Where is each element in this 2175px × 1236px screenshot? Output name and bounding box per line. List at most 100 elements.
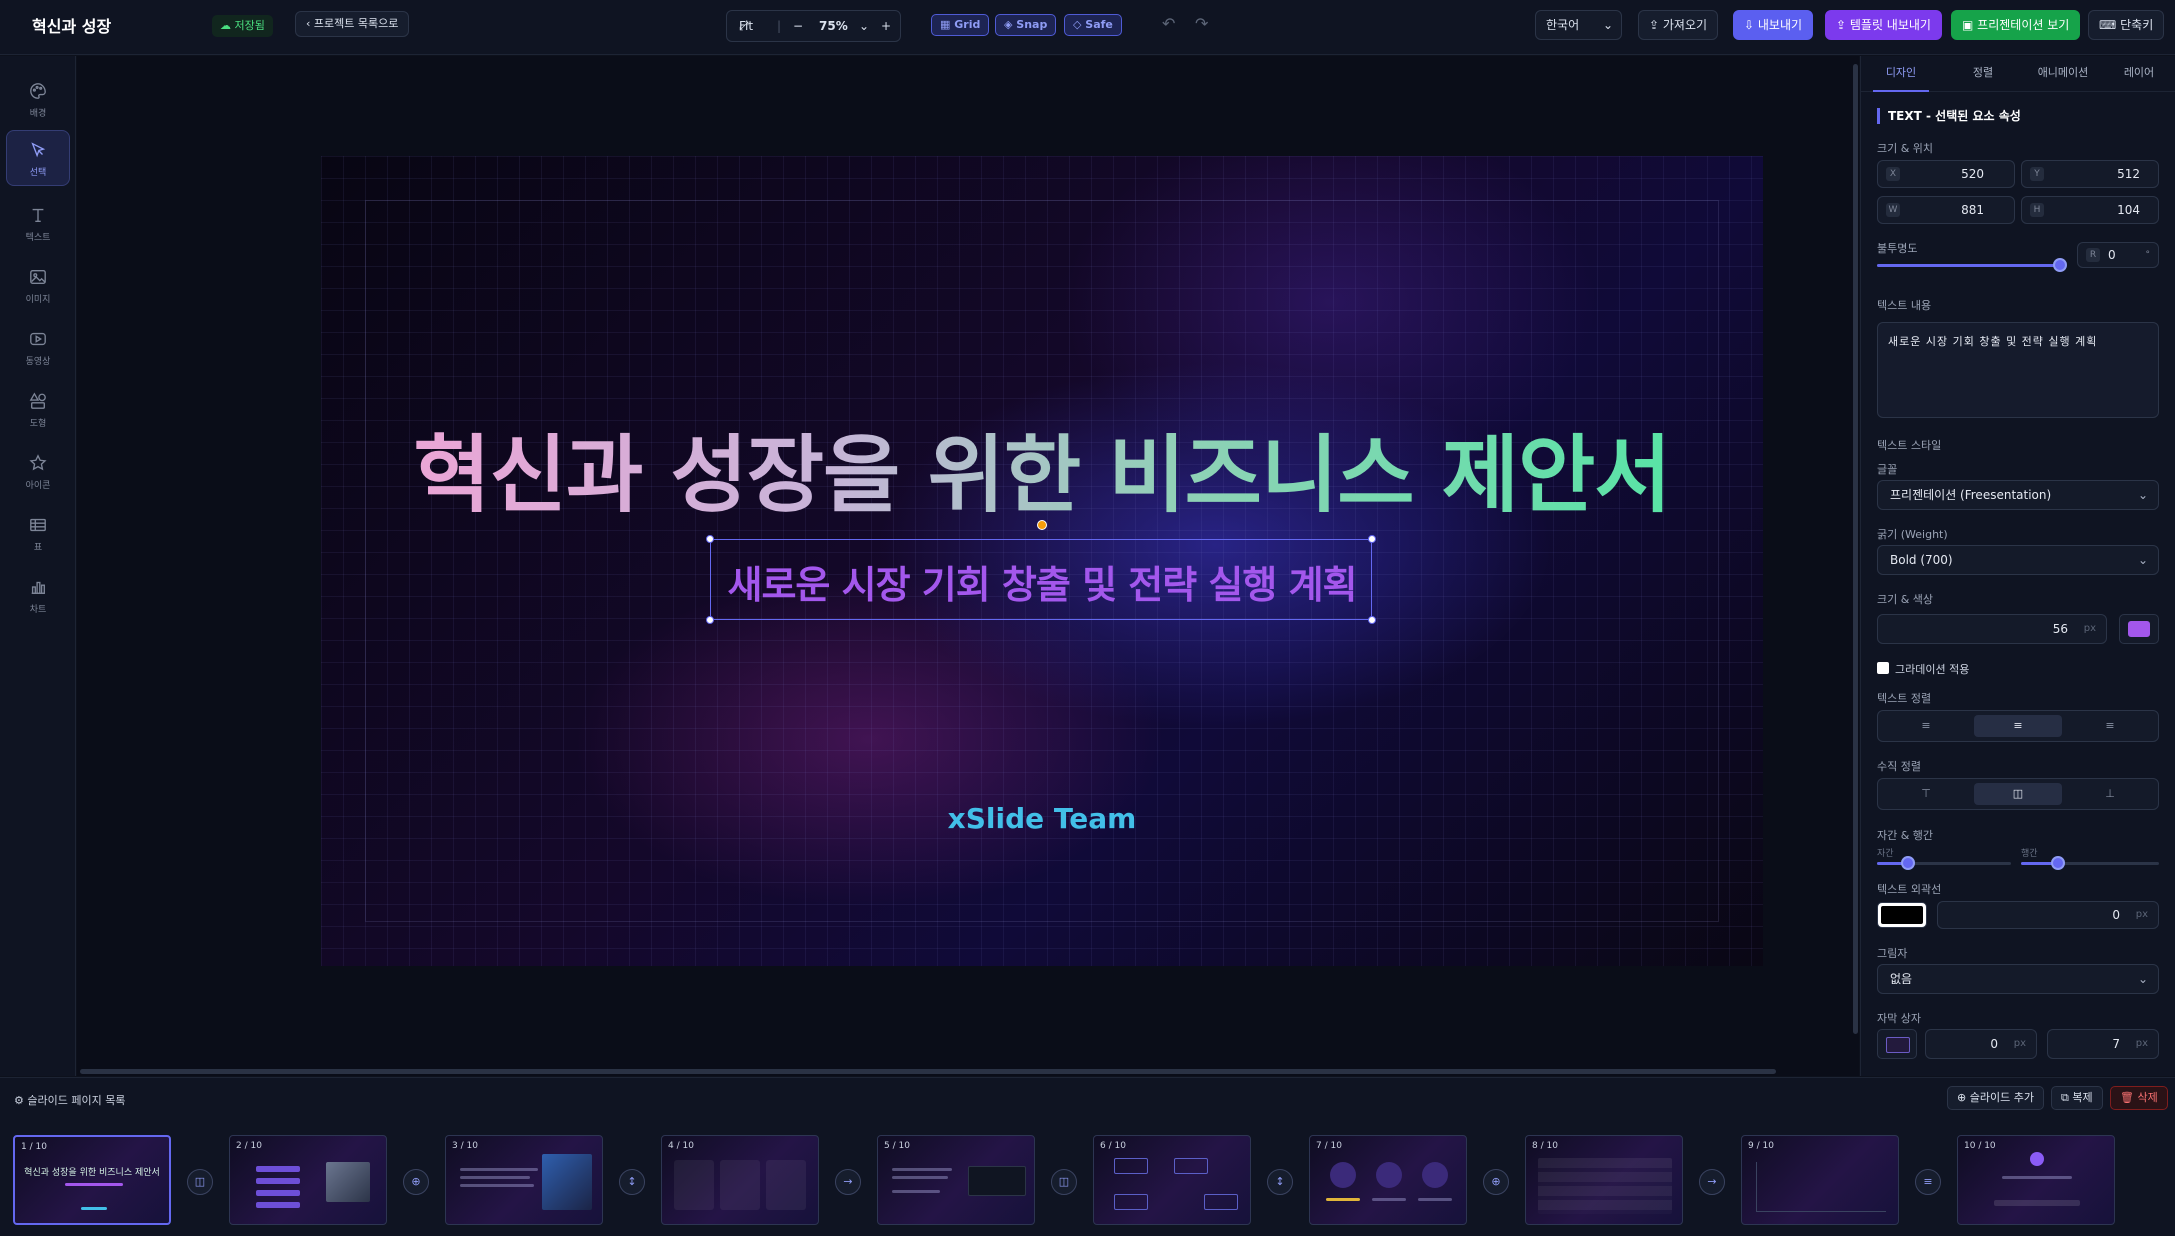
snap-toggle[interactable]: ◈ Snap <box>995 14 1057 36</box>
text-content-input[interactable]: 새로운 시장 기회 창출 및 전략 실행 계획 <box>1877 322 2159 418</box>
font-size-field[interactable]: 56 px <box>1877 614 2107 644</box>
tab-animation[interactable]: 애니메이션 <box>2023 56 2103 92</box>
tool-image[interactable]: 이미지 <box>6 258 70 314</box>
textbox-color-picker[interactable] <box>1877 1029 1917 1059</box>
transition-icon[interactable]: ≡ <box>1915 1169 1941 1195</box>
x-field[interactable]: X 520 <box>1877 160 2015 188</box>
export-label: 내보내기 <box>1757 18 1803 32</box>
height-field[interactable]: H 104 <box>2021 196 2159 224</box>
safe-toggle[interactable]: ◇ Safe <box>1064 14 1122 36</box>
opacity-slider[interactable] <box>1877 258 2067 272</box>
canvas-area[interactable]: 혁신과 성장을 위한 비즈니스 제안서 새로운 시장 기회 창출 및 전략 실행… <box>77 56 1859 1076</box>
line-height-knob[interactable] <box>2051 856 2065 870</box>
zoom-in-button[interactable]: + <box>881 11 891 41</box>
undo-icon[interactable]: ↶ <box>1162 14 1175 33</box>
tab-design[interactable]: 디자인 <box>1873 56 1929 92</box>
tool-background[interactable]: 배경 <box>6 72 70 128</box>
language-select[interactable]: 한국어 ⌄ <box>1535 10 1622 40</box>
resize-handle-nw[interactable] <box>706 535 714 543</box>
thumbnail-bar <box>460 1184 534 1187</box>
tool-shapes[interactable]: 도형 <box>6 382 70 438</box>
tool-icons[interactable]: 아이콘 <box>6 444 70 500</box>
slide-thumbnail-1[interactable]: 1 / 10 혁신과 성장을 위한 비즈니스 제안서 <box>13 1135 171 1225</box>
tool-video[interactable]: 동영상 <box>6 320 70 376</box>
gradient-checkbox[interactable] <box>1877 662 1889 674</box>
opacity-knob[interactable] <box>2053 258 2067 272</box>
tool-text[interactable]: 텍스트 <box>6 196 70 252</box>
tool-select[interactable]: 선택 <box>6 130 70 186</box>
line-height-slider[interactable] <box>2021 856 2159 870</box>
valign-top-icon[interactable]: ⊤ <box>1882 783 1970 805</box>
shortcuts-button[interactable]: ⌨ 단축키 <box>2088 10 2165 40</box>
vertical-scrollbar[interactable] <box>1853 64 1858 1034</box>
delete-slide-button[interactable]: 🗑 삭제 <box>2110 1086 2168 1110</box>
zoom-out-button[interactable]: − <box>793 11 803 41</box>
redo-icon[interactable]: ↷ <box>1195 14 1208 33</box>
zoom-value[interactable]: 75% <box>819 11 848 41</box>
slide-title[interactable]: 혁신과 성장을 위한 비즈니스 제안서 <box>321 408 1763 529</box>
tool-sidebar: 배경 선택 텍스트 이미지 동영상 도형 아이콘 표 차트 <box>0 56 76 1076</box>
rotation-tag: R <box>2086 248 2100 262</box>
resize-handle-se[interactable] <box>1368 616 1376 624</box>
back-to-projects-button[interactable]: ‹ 프로젝트 목록으로 <box>295 11 410 37</box>
rotation-field[interactable]: R 0 ° <box>2077 242 2159 268</box>
letter-spacing-knob[interactable] <box>1901 856 1915 870</box>
text-color-picker[interactable] <box>2119 614 2159 644</box>
valign-middle-icon[interactable]: ◫ <box>1974 783 2062 805</box>
slide-canvas[interactable]: 혁신과 성장을 위한 비즈니스 제안서 새로운 시장 기회 창출 및 전략 실행… <box>321 156 1763 966</box>
slide-thumbnail-9[interactable]: 9 / 10 <box>1741 1135 1899 1225</box>
template-export-button[interactable]: ⇪ 템플릿 내보내기 <box>1825 10 1942 40</box>
chevron-down-icon[interactable]: ⌄ <box>859 11 869 41</box>
align-center-icon[interactable]: ≡ <box>1974 715 2062 737</box>
transition-icon[interactable]: ◫ <box>1051 1169 1077 1195</box>
thumbnail-bar <box>460 1176 530 1179</box>
slide-thumbnail-8[interactable]: 8 / 10 <box>1525 1135 1683 1225</box>
font-select[interactable]: 프리젠테이션 (Freesentation) ⌄ <box>1877 480 2159 510</box>
slide-thumbnail-10[interactable]: 10 / 10 <box>1957 1135 2115 1225</box>
transition-icon[interactable]: ↕ <box>619 1169 645 1195</box>
slide-thumbnail-3[interactable]: 3 / 10 <box>445 1135 603 1225</box>
align-right-icon[interactable]: ≡ <box>2066 715 2154 737</box>
import-button[interactable]: ⇪ 가져오기 <box>1638 10 1719 40</box>
stroke-color-picker[interactable] <box>1877 902 1927 928</box>
transition-icon[interactable]: ◫ <box>187 1169 213 1195</box>
slide-thumbnail-4[interactable]: 4 / 10 <box>661 1135 819 1225</box>
y-field[interactable]: Y 512 <box>2021 160 2159 188</box>
stroke-width-field[interactable]: 0 px <box>1937 901 2159 929</box>
selected-text-element[interactable]: 새로운 시장 기회 창출 및 전략 실행 계획 <box>706 520 1376 624</box>
valign-bottom-icon[interactable]: ⊥ <box>2066 783 2154 805</box>
width-field[interactable]: W 881 <box>1877 196 2015 224</box>
tab-align[interactable]: 정렬 <box>1955 56 2011 92</box>
letter-spacing-slider[interactable] <box>1877 856 2011 870</box>
tab-layers[interactable]: 레이어 <box>2111 56 2167 92</box>
slide-thumbnail-7[interactable]: 7 / 10 <box>1309 1135 1467 1225</box>
resize-handle-sw[interactable] <box>706 616 714 624</box>
transition-icon[interactable]: ⊕ <box>1483 1169 1509 1195</box>
duplicate-slide-button[interactable]: ⧉ 복제 <box>2051 1086 2103 1110</box>
align-left-icon[interactable]: ≡ <box>1882 715 1970 737</box>
slide-thumbnail-6[interactable]: 6 / 10 <box>1093 1135 1251 1225</box>
add-slide-button[interactable]: ⊕ 슬라이드 추가 <box>1947 1086 2044 1110</box>
tool-chart[interactable]: 차트 <box>6 568 70 624</box>
present-button[interactable]: ▣ 프리젠테이션 보기 <box>1951 10 2081 40</box>
textbox-field-1[interactable]: 0 px <box>1925 1029 2037 1059</box>
thumbnail-bar <box>1994 1200 2080 1206</box>
shadow-select[interactable]: 없음 ⌄ <box>1877 964 2159 994</box>
tool-table[interactable]: 표 <box>6 506 70 562</box>
rotate-handle[interactable] <box>1037 520 1047 530</box>
horizontal-scrollbar[interactable] <box>80 1069 1776 1074</box>
transition-icon[interactable]: ⊕ <box>403 1169 429 1195</box>
grid-toggle[interactable]: ▦ Grid <box>931 14 990 36</box>
transition-icon[interactable]: ↕ <box>1267 1169 1293 1195</box>
slide-thumbnail-5[interactable]: 5 / 10 <box>877 1135 1035 1225</box>
export-button[interactable]: ⇩ 내보내기 <box>1733 10 1814 40</box>
y-value: 512 <box>2117 167 2140 181</box>
resize-handle-ne[interactable] <box>1368 535 1376 543</box>
textbox-field-2[interactable]: 7 px <box>2047 1029 2159 1059</box>
slide-subtitle[interactable]: 새로운 시장 기회 창출 및 전략 실행 계획 <box>711 554 1373 609</box>
slide-team-name[interactable]: xSlide Team <box>321 802 1763 835</box>
slide-thumbnail-2[interactable]: 2 / 10 <box>229 1135 387 1225</box>
transition-icon[interactable]: → <box>835 1169 861 1195</box>
transition-icon[interactable]: → <box>1699 1169 1725 1195</box>
weight-select[interactable]: Bold (700) ⌄ <box>1877 545 2159 575</box>
